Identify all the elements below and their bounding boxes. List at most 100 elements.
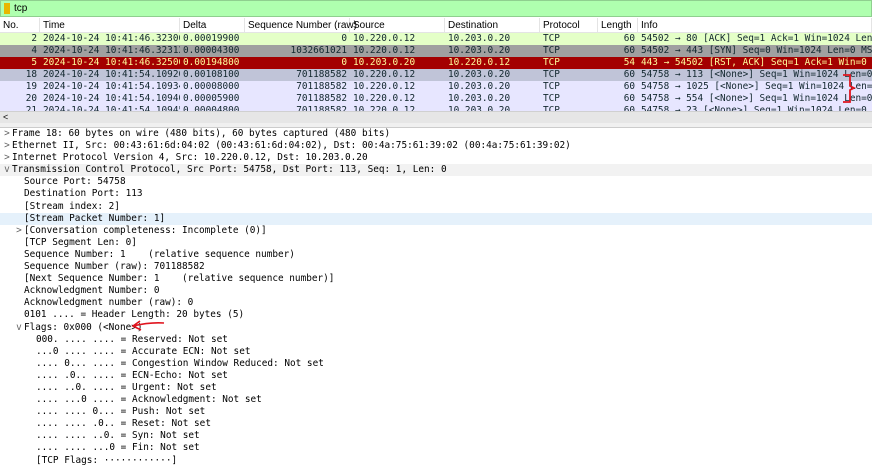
horizontal-scrollbar[interactable]: < <box>0 111 872 123</box>
cell-no: 5 <box>31 57 37 68</box>
bookmark-icon[interactable] <box>4 3 10 14</box>
cell-no: 4 <box>31 45 37 56</box>
packet-row[interactable]: 4 2024-10-24 10:41:46.323121000.00004300 1… <box>0 45 872 57</box>
cell-seq: 701188582 <box>296 81 347 92</box>
cell-seq: 1032661021 <box>290 45 347 56</box>
chevron-down-icon[interactable]: v <box>2 164 12 176</box>
chevron-right-icon[interactable]: > <box>14 225 24 237</box>
cell-delta: 0.00004300 <box>183 45 240 56</box>
column-header[interactable]: Length <box>598 18 638 32</box>
cell-proto: TCP <box>543 81 560 92</box>
cell-src: 10.220.0.12 <box>353 33 416 44</box>
cell-proto: TCP <box>543 33 560 44</box>
detail-tree-item[interactable]: > [Conversation completeness: Incomplete … <box>0 225 872 237</box>
detail-text: [Conversation completeness: Incomplete (… <box>24 224 267 236</box>
detail-text: Transmission Control Protocol, Src Port:… <box>12 164 447 176</box>
detail-tree-item[interactable]: Acknowledgment Number: 0 <box>0 285 872 297</box>
packet-row[interactable]: 19 2024-10-24 10:41:54.109347000.00008000… <box>0 81 872 93</box>
column-header[interactable]: Protocol <box>540 18 598 32</box>
cell-delta: 0.00008000 <box>183 81 240 92</box>
column-header[interactable]: No. <box>0 18 40 32</box>
cell-info: 54758 → 113 [<None>] Seq=1 Win=1024 Len=… <box>641 69 872 80</box>
detail-text: Acknowledgment number (raw): 0 <box>24 297 194 309</box>
scroll-left-icon[interactable]: < <box>3 112 8 122</box>
detail-tree-item[interactable]: > Frame 18: 60 bytes on wire (480 bits), … <box>0 128 872 140</box>
detail-tree-item[interactable]: .... .... ...0 = Fin: Not set <box>0 442 872 454</box>
detail-tree-item[interactable]: .... .... 0... = Push: Not set <box>0 406 872 418</box>
detail-tree-item[interactable]: .... .... .0.. = Reset: Not set <box>0 418 872 430</box>
chevron-right-icon[interactable]: > <box>2 152 12 164</box>
packet-row[interactable]: 5 2024-10-24 10:41:46.325069000.00194800 0… <box>0 57 872 69</box>
cell-seq: 0 <box>341 33 347 44</box>
cell-time: 2024-10-24 10:41:54.10926700 <box>43 69 180 80</box>
detail-text: [Stream Packet Number: 1] <box>24 212 166 224</box>
packet-row[interactable]: 20 2024-10-24 10:41:54.109406000.00005900… <box>0 93 872 105</box>
detail-tree-item[interactable]: .... ...0 .... = Acknowledgment: Not set <box>0 394 872 406</box>
detail-text: Sequence Number (raw): 701188582 <box>24 261 205 273</box>
cell-delta: 0.00019900 <box>183 33 240 44</box>
cell-src: 10.220.0.12 <box>353 81 416 92</box>
detail-tree-item[interactable]: > Internet Protocol Version 4, Src: 10.22… <box>0 152 872 164</box>
column-header[interactable]: Source <box>350 18 445 32</box>
column-header[interactable]: Destination <box>445 18 540 32</box>
detail-tree-item[interactable]: ...0 .... .... = Accurate ECN: Not set <box>0 346 872 358</box>
detail-text: Ethernet II, Src: 00:43:61:6d:04:02 (00:… <box>12 140 571 152</box>
detail-tree-item[interactable]: Destination Port: 113 <box>0 188 872 200</box>
detail-tree-item[interactable]: [Stream index: 2] <box>0 201 872 213</box>
detail-tree-item[interactable]: Acknowledgment number (raw): 0 <box>0 297 872 309</box>
cell-time: 2024-10-24 10:41:46.32506900 <box>43 57 180 68</box>
detail-text: .... ...0 .... = Acknowledgment: Not set <box>36 394 262 406</box>
column-header[interactable]: Info <box>638 18 872 32</box>
detail-tree-item[interactable]: [Stream Packet Number: 1] <box>0 212 872 225</box>
column-header[interactable]: Time <box>40 18 180 32</box>
detail-text: Frame 18: 60 bytes on wire (480 bits), 6… <box>12 128 391 139</box>
detail-tree-item[interactable]: 000. .... .... = Reserved: Not set <box>0 334 872 346</box>
detail-tree-item[interactable]: Sequence Number: 1 (relative sequence nu… <box>0 249 872 261</box>
cell-dst: 10.203.0.20 <box>448 81 511 92</box>
cell-src: 10.220.0.12 <box>353 69 416 80</box>
chevron-down-icon[interactable]: v <box>14 322 24 334</box>
packet-row[interactable]: 18 2024-10-24 10:41:54.109267000.00108100… <box>0 69 872 81</box>
detail-tree-item[interactable]: Source Port: 54758 <box>0 176 872 188</box>
detail-text: Destination Port: 113 <box>24 188 143 200</box>
detail-text: .... 0... .... = Congestion Window Reduc… <box>36 357 324 369</box>
cell-seq: 0 <box>341 57 347 68</box>
packet-list: 22024-10-24 10:41:46.323067000.000199000… <box>0 33 872 111</box>
detail-text: [Stream index: 2] <box>24 200 120 212</box>
detail-tree-item[interactable]: [TCP Segment Len: 0] <box>0 237 872 249</box>
detail-tree-item[interactable]: .... 0... .... = Congestion Window Reduc… <box>0 358 872 370</box>
chevron-right-icon[interactable]: > <box>2 140 12 152</box>
cell-time: 2024-10-24 10:41:54.10940600 <box>43 93 180 104</box>
chevron-right-icon[interactable]: > <box>2 128 12 140</box>
cell-len: 60 <box>623 81 635 92</box>
cell-time: 2024-10-24 10:41:46.32306700 <box>43 33 180 44</box>
detail-tree-item[interactable]: > Ethernet II, Src: 00:43:61:6d:04:02 (00… <box>0 140 872 152</box>
detail-tree-item[interactable]: Sequence Number (raw): 701188582 <box>0 261 872 273</box>
detail-tree-item[interactable]: .... .0.. .... = ECN-Echo: Not set <box>0 370 872 382</box>
cell-dst: 10.203.0.20 <box>448 93 511 104</box>
detail-tree-item[interactable]: v Flags: 0x000 (<None>) <box>0 322 872 334</box>
column-header[interactable]: Delta <box>180 18 245 32</box>
packet-row[interactable]: 2 2024-10-24 10:41:46.323067000.00019900 0… <box>0 33 872 45</box>
detail-tree-item[interactable]: .... ..0. .... = Urgent: Not set <box>0 382 872 394</box>
detail-text: .... .... 0... = Push: Not set <box>36 406 206 418</box>
cell-len: 60 <box>623 93 635 104</box>
column-header[interactable]: Sequence Number (raw) <box>245 18 357 32</box>
detail-tree-item[interactable]: 0101 .... = Header Length: 20 bytes (5) <box>0 309 872 321</box>
detail-tree-item[interactable]: v Transmission Control Protocol, Src Port… <box>0 164 872 177</box>
cell-len: 60 <box>623 69 635 80</box>
display-filter-input[interactable] <box>14 3 814 14</box>
cell-dst: 10.203.0.20 <box>448 69 511 80</box>
detail-tree-item[interactable]: .... .... ..0. = Syn: Not set <box>0 430 872 442</box>
cell-info: 54758 → 554 [<None>] Seq=1 Win=1024 Len=… <box>641 93 872 104</box>
cell-len: 54 <box>623 57 635 68</box>
cell-proto: TCP <box>543 93 560 104</box>
cell-info: 54502 → 443 [SYN] Seq=0 Win=1024 Len=0 M… <box>641 45 872 56</box>
detail-tree-item[interactable]: [Next Sequence Number: 1 (relative seque… <box>0 273 872 285</box>
